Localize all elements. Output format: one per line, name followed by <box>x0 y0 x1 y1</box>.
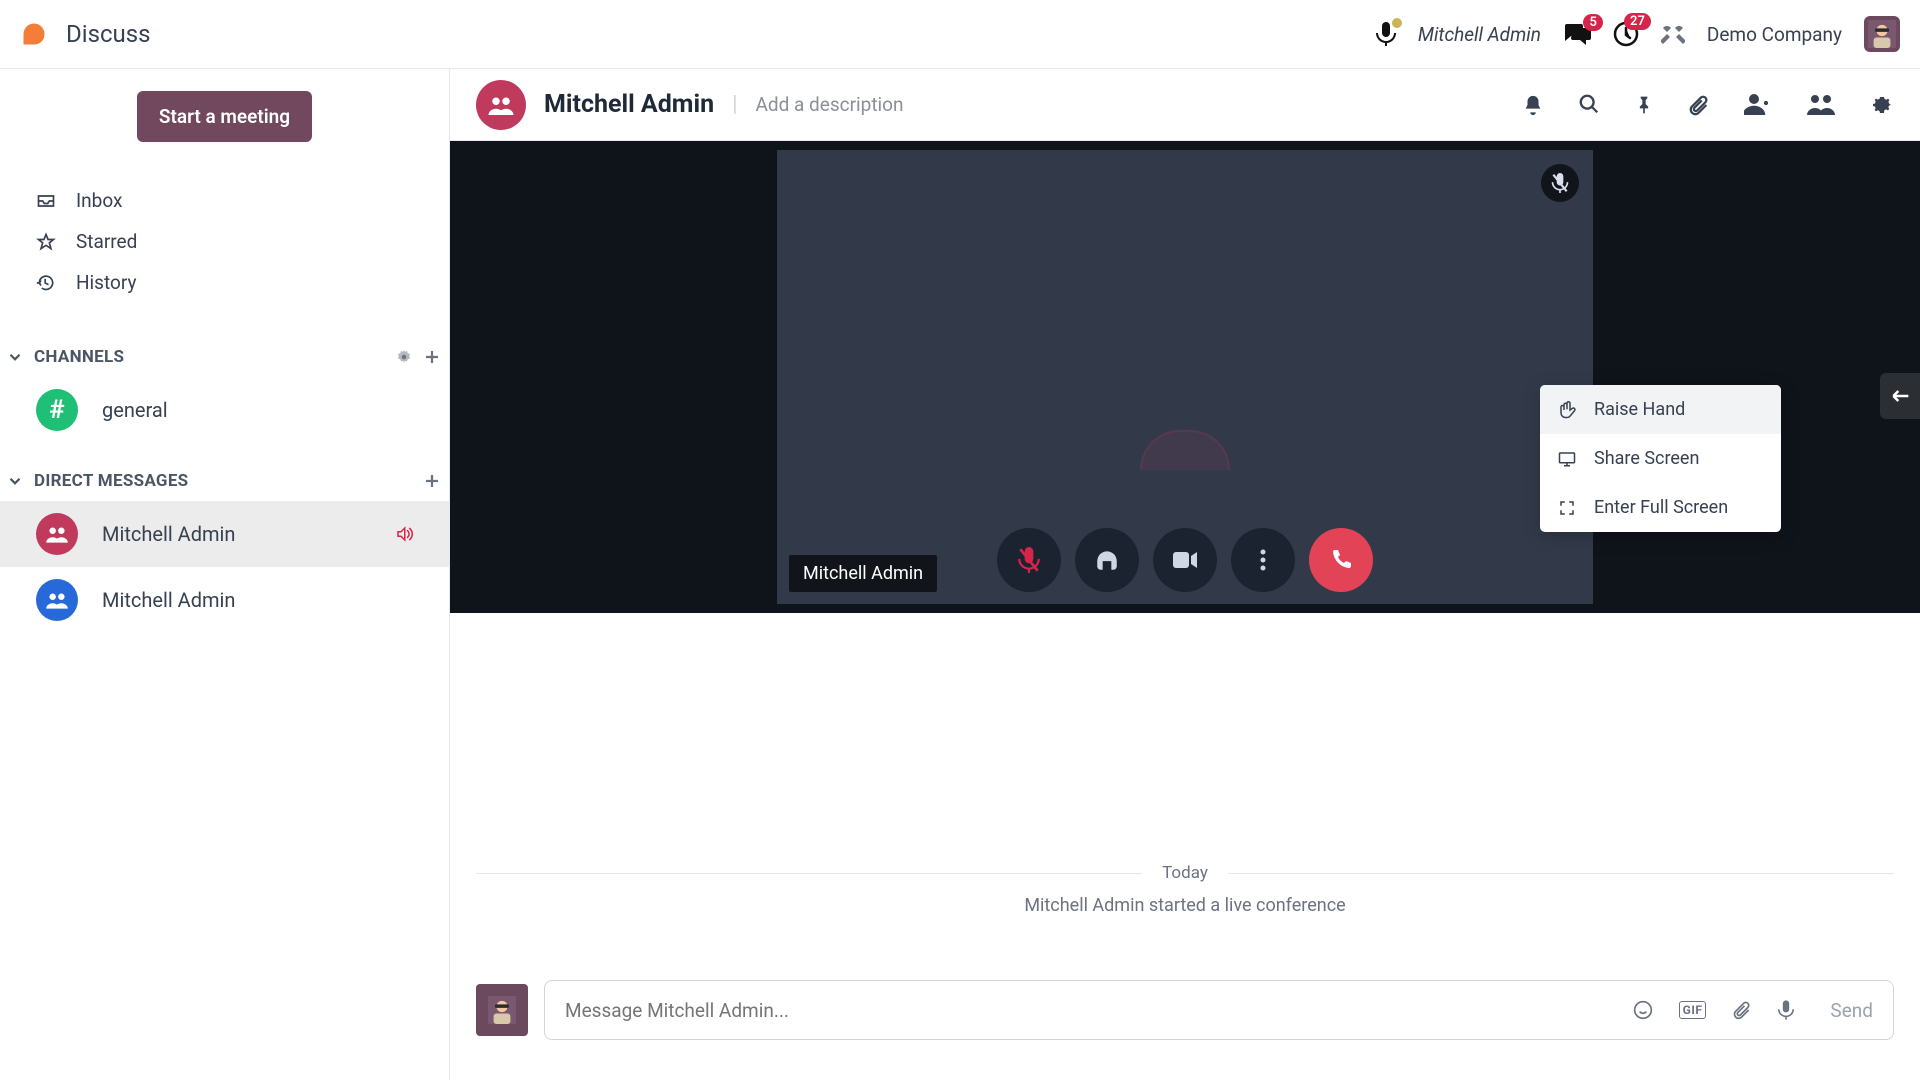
chat-header: Mitchell Admin | Add a description <box>450 69 1920 141</box>
emoji-icon[interactable] <box>1633 1000 1653 1020</box>
dm-name: Mitchell Admin <box>102 588 235 612</box>
toggle-audio-button[interactable] <box>1075 528 1139 592</box>
dm-label: DIRECT MESSAGES <box>34 471 423 491</box>
sidebar-item-inbox[interactable]: Inbox <box>0 180 449 221</box>
members-icon[interactable] <box>1806 93 1836 117</box>
channel-item-general[interactable]: # general <box>0 377 449 443</box>
app-title: Discuss <box>66 20 151 48</box>
composer-avatar <box>476 984 528 1036</box>
current-user-name[interactable]: Mitchell Admin <box>1418 23 1541 46</box>
tools-icon[interactable] <box>1661 22 1685 46</box>
ctx-share-screen[interactable]: Share Screen <box>1540 434 1781 483</box>
participant-muted-icon <box>1541 164 1579 202</box>
chevron-down-icon <box>6 348 24 366</box>
toggle-camera-button[interactable] <box>1153 528 1217 592</box>
start-meeting-button[interactable]: Start a meeting <box>137 91 312 142</box>
app-logo <box>20 20 48 48</box>
composer: GIF Send <box>544 980 1894 1040</box>
ctx-label: Enter Full Screen <box>1594 497 1728 518</box>
system-message: Mitchell Admin started a live conference <box>450 895 1920 916</box>
send-button[interactable]: Send <box>1830 999 1873 1022</box>
sidebar: Start a meeting Inbox Starred History CH… <box>0 69 450 1080</box>
ctx-raise-hand[interactable]: Raise Hand <box>1540 385 1781 434</box>
dm-item[interactable]: Mitchell Admin <box>0 567 449 633</box>
notifications-icon[interactable] <box>1522 93 1544 117</box>
ctx-label: Raise Hand <box>1594 399 1685 420</box>
mic-status-icon[interactable] <box>1376 22 1396 46</box>
channel-name: general <box>102 398 168 422</box>
activities-badge: 27 <box>1624 13 1651 30</box>
sidebar-item-label: Inbox <box>76 189 122 212</box>
activities-icon[interactable]: 27 <box>1613 21 1639 47</box>
sidebar-item-label: Starred <box>76 230 137 253</box>
chat-title: Mitchell Admin <box>544 90 714 119</box>
dm-name: Mitchell Admin <box>102 522 235 546</box>
ctx-full-screen[interactable]: Enter Full Screen <box>1540 483 1781 532</box>
settings-icon[interactable] <box>1870 93 1894 117</box>
participant-name-chip: Mitchell Admin <box>789 555 937 592</box>
company-selector[interactable]: Demo Company <box>1707 23 1842 46</box>
sidebar-item-starred[interactable]: Starred <box>0 221 449 262</box>
messages-badge: 5 <box>1583 14 1602 31</box>
call-context-menu: Raise Hand Share Screen Enter Full Scree… <box>1540 385 1781 532</box>
channels-section-header[interactable]: CHANNELS <box>0 337 449 377</box>
group-icon <box>36 579 78 621</box>
chevron-down-icon <box>6 472 24 490</box>
day-separator: Today <box>450 863 1920 883</box>
dm-item[interactable]: Mitchell Admin <box>0 501 449 567</box>
message-input[interactable] <box>565 999 1633 1022</box>
day-label: Today <box>1162 863 1208 883</box>
audio-active-icon <box>395 525 413 543</box>
channels-add-icon[interactable] <box>423 348 441 366</box>
content: Mitchell Admin | Add a description <box>450 69 1920 1080</box>
channels-label: CHANNELS <box>34 347 395 367</box>
sidebar-item-label: History <box>76 271 136 294</box>
more-options-button[interactable] <box>1231 528 1295 592</box>
user-avatar[interactable] <box>1864 16 1900 52</box>
messaging-icon[interactable]: 5 <box>1563 22 1591 46</box>
chat-avatar <box>476 80 526 130</box>
search-icon[interactable] <box>1578 93 1600 117</box>
add-member-icon[interactable] <box>1744 93 1772 117</box>
channels-settings-icon[interactable] <box>395 348 413 366</box>
composer-row: GIF Send <box>450 980 1920 1080</box>
dm-add-icon[interactable] <box>423 472 441 490</box>
attachment-icon[interactable] <box>1688 93 1710 117</box>
chat-description-button[interactable]: Add a description <box>755 93 903 116</box>
gif-icon[interactable]: GIF <box>1679 1001 1707 1019</box>
sidebar-item-history[interactable]: History <box>0 262 449 303</box>
voice-icon[interactable] <box>1778 999 1794 1021</box>
group-icon <box>36 513 78 555</box>
attach-icon[interactable] <box>1732 999 1752 1021</box>
hash-icon: # <box>36 389 78 431</box>
dm-section-header[interactable]: DIRECT MESSAGES <box>0 461 449 501</box>
video-tile: Mitchell Admin <box>776 149 1594 605</box>
pin-icon[interactable] <box>1634 93 1654 117</box>
message-log: Today Mitchell Admin started a live conf… <box>450 613 1920 980</box>
toggle-mic-button[interactable] <box>997 528 1061 592</box>
video-call-area: Mitchell Admin <box>450 141 1920 613</box>
participant-avatar-placeholder <box>1140 430 1230 470</box>
ctx-label: Share Screen <box>1594 448 1699 469</box>
end-call-button[interactable] <box>1309 528 1373 592</box>
topbar: Discuss Mitchell Admin 5 27 Demo Company <box>0 0 1920 69</box>
expand-panel-button[interactable] <box>1880 373 1920 419</box>
